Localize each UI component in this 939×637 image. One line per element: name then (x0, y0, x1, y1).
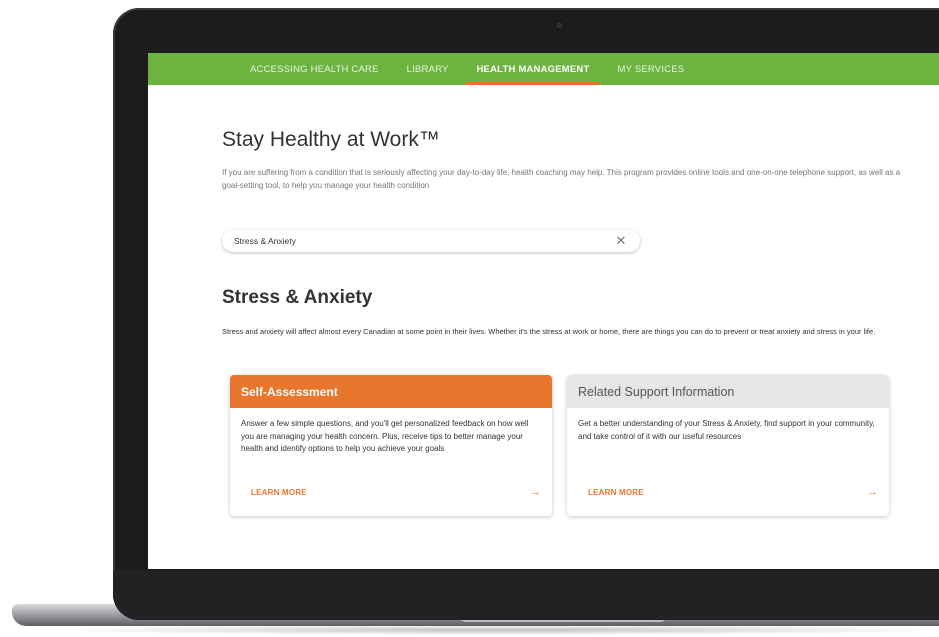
browser-screen: ACCESSING HEALTH CARE LIBRARY HEALTH MAN… (148, 53, 939, 569)
nav-item-accessing-health-care[interactable]: ACCESSING HEALTH CARE (236, 53, 393, 85)
card-title: Self-Assessment (230, 375, 552, 408)
related-support-card: Related Support Information Get a better… (567, 375, 889, 516)
section-intro: Stress and anxiety will affect almost ev… (222, 327, 876, 336)
card-footer: LEARN MORE → (567, 486, 889, 498)
card-body: Get a better understanding of your Stres… (578, 419, 875, 441)
page-intro: If you are suffering from a condition th… (222, 168, 901, 190)
base-shadow (40, 625, 939, 635)
learn-more-link[interactable]: LEARN MORE (251, 488, 307, 497)
main-nav: ACCESSING HEALTH CARE LIBRARY HEALTH MAN… (148, 53, 939, 85)
nav-item-my-services[interactable]: MY SERVICES (604, 53, 699, 85)
camera-icon (556, 22, 563, 29)
arrow-right-icon[interactable]: → (867, 486, 878, 498)
arrow-right-icon[interactable]: → (530, 486, 541, 498)
card-title: Related Support Information (567, 375, 889, 408)
nav-item-health-management[interactable]: HEALTH MANAGEMENT (463, 53, 604, 85)
page-title: Stay Healthy at Work™ (222, 128, 440, 151)
laptop-bezel-bottom (113, 570, 939, 620)
section-title: Stress & Anxiety (222, 287, 373, 308)
close-icon[interactable]: ✕ (614, 233, 628, 248)
self-assessment-card: Self-Assessment Answer a few simple ques… (230, 375, 552, 516)
search-value: Stress & Anxiety (234, 236, 296, 246)
nav-item-library[interactable]: LIBRARY (393, 53, 463, 85)
condition-search-input[interactable]: Stress & Anxiety ✕ (222, 230, 640, 252)
learn-more-link[interactable]: LEARN MORE (588, 488, 644, 497)
card-footer: LEARN MORE → (230, 486, 552, 498)
laptop-mockup: ACCESSING HEALTH CARE LIBRARY HEALTH MAN… (0, 0, 939, 637)
card-body: Answer a few simple questions, and you'l… (241, 419, 529, 453)
